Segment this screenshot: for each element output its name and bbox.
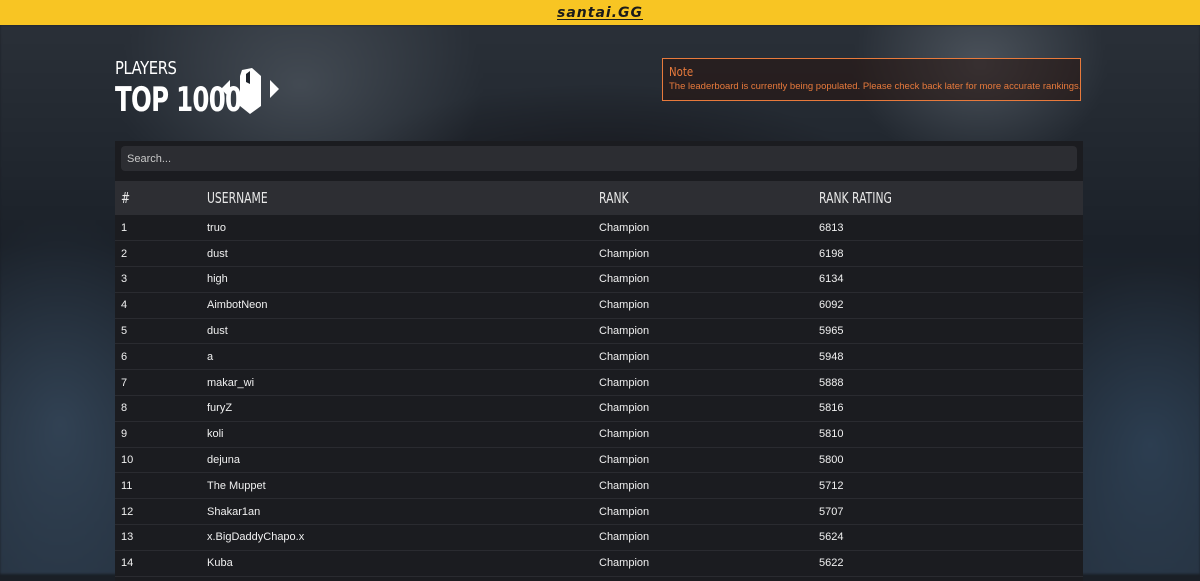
cell-username: x.BigDaddyChapo.x xyxy=(207,531,305,544)
cell-rank-rating: 6198 xyxy=(819,247,844,260)
cell-username: makar_wi xyxy=(207,376,255,389)
cell-username: a xyxy=(207,350,214,363)
table-row[interactable]: 5 dust Champion 5965 xyxy=(115,318,1083,344)
cell-rank: Champion xyxy=(599,273,650,286)
column-header-number[interactable]: # xyxy=(115,181,201,215)
leaderboard-panel: # USERNAME RANK RANK RATING 1 truo Champio… xyxy=(115,141,1083,581)
cell-number: 13 xyxy=(121,531,134,544)
table-row[interactable]: 1 truo Champion 6813 xyxy=(115,215,1083,241)
cell-username: AimbotNeon xyxy=(207,299,268,312)
cell-number: 6 xyxy=(121,350,128,363)
cell-number: 10 xyxy=(121,454,134,467)
cell-username: furyZ xyxy=(207,402,233,415)
cell-rank-rating: 6092 xyxy=(819,299,844,312)
cell-rank-rating: 5800 xyxy=(819,454,844,467)
table-row[interactable]: 7 makar_wi Champion 5888 xyxy=(115,370,1083,396)
cell-rank: Champion xyxy=(599,428,650,441)
cell-number: 1 xyxy=(121,221,128,234)
search-input[interactable] xyxy=(121,146,1077,171)
cell-rank: Champion xyxy=(599,531,650,544)
cell-rank: Champion xyxy=(599,454,650,467)
cell-username: dejuna xyxy=(207,454,241,467)
table-row[interactable]: 10 dejuna Champion 5800 xyxy=(115,447,1083,473)
cell-number: 11 xyxy=(121,479,133,492)
cell-username: Kuba xyxy=(207,557,233,570)
table-row[interactable]: 9 koli Champion 5810 xyxy=(115,421,1083,448)
top-bar: santai.GG xyxy=(0,0,1200,25)
cell-rank-rating: 5622 xyxy=(819,557,844,570)
cell-rank-rating: 5948 xyxy=(819,350,844,363)
cell-number: 4 xyxy=(121,299,128,312)
table-header-row: # USERNAME RANK RANK RATING xyxy=(115,181,1083,215)
cell-username: dust xyxy=(207,247,228,260)
table-row[interactable]: 6 a Champion 5948 xyxy=(115,344,1083,370)
table-row[interactable]: 3 high Champion 6134 xyxy=(115,267,1083,293)
note-title: Note xyxy=(669,65,694,79)
cell-number: 12 xyxy=(121,505,134,518)
table-row[interactable]: 4 AimbotNeon Champion 6092 xyxy=(115,292,1083,319)
cell-rank: Champion xyxy=(599,402,650,415)
table-row[interactable]: 14 Kuba Champion 5622 xyxy=(115,550,1083,577)
column-header-rank-rating[interactable]: RANK RATING xyxy=(813,181,1083,215)
cell-rank: Champion xyxy=(599,221,650,234)
cell-rank: Champion xyxy=(599,325,650,338)
cell-rank-rating: 5712 xyxy=(819,479,844,492)
cell-rank-rating: 5624 xyxy=(819,531,844,544)
cell-rank: Champion xyxy=(599,376,650,389)
table-row[interactable]: 12 Shakar1an Champion 5707 xyxy=(115,499,1083,525)
cell-rank-rating: 5810 xyxy=(819,428,844,441)
cell-number: 2 xyxy=(121,247,128,260)
table-row[interactable]: 8 furyZ Champion 5816 xyxy=(115,396,1083,422)
site-logo[interactable]: santai.GG xyxy=(557,5,643,21)
column-header-username[interactable]: USERNAME xyxy=(201,181,593,215)
cell-username: koli xyxy=(207,428,224,441)
cell-username: high xyxy=(207,273,228,286)
cell-rank-rating: 5965 xyxy=(819,325,844,338)
cell-rank-rating: 5888 xyxy=(819,376,844,389)
cell-rank: Champion xyxy=(599,350,650,363)
table-row[interactable]: 11 The Muppet Champion 5712 xyxy=(115,473,1083,499)
column-header-rank[interactable]: RANK xyxy=(593,181,813,215)
cell-rank: Champion xyxy=(599,299,650,312)
table-row[interactable]: 13 x.BigDaddyChapo.x Champion 5624 xyxy=(115,525,1083,551)
cell-rank: Champion xyxy=(599,247,650,260)
cell-rank-rating: 5816 xyxy=(819,402,844,415)
note-box: Note The leaderboard is currently being … xyxy=(662,58,1081,101)
cell-number: 9 xyxy=(121,428,128,441)
cell-rank: Champion xyxy=(599,479,650,492)
cell-number: 5 xyxy=(121,325,128,338)
cell-number: 8 xyxy=(121,402,128,415)
leaderboard-table: # USERNAME RANK RANK RATING 1 truo Champio… xyxy=(115,181,1083,577)
rank-emblem-icon xyxy=(221,68,279,114)
cell-rank: Champion xyxy=(599,557,650,570)
cell-rank: Champion xyxy=(599,505,650,518)
cell-number: 7 xyxy=(121,376,128,389)
table-row[interactable]: 2 dust Champion 6198 xyxy=(115,241,1083,267)
cell-username: truo xyxy=(207,221,226,234)
note-text: The leaderboard is currently being popul… xyxy=(669,81,1082,92)
cell-username: The Muppet xyxy=(207,479,266,492)
cell-username: Shakar1an xyxy=(207,505,261,518)
cell-rank-rating: 6813 xyxy=(819,221,844,234)
cell-rank-rating: 5707 xyxy=(819,505,844,518)
cell-username: dust xyxy=(207,325,228,338)
cell-rank-rating: 6134 xyxy=(819,273,844,286)
cell-number: 14 xyxy=(121,557,134,570)
cell-number: 3 xyxy=(121,273,128,286)
